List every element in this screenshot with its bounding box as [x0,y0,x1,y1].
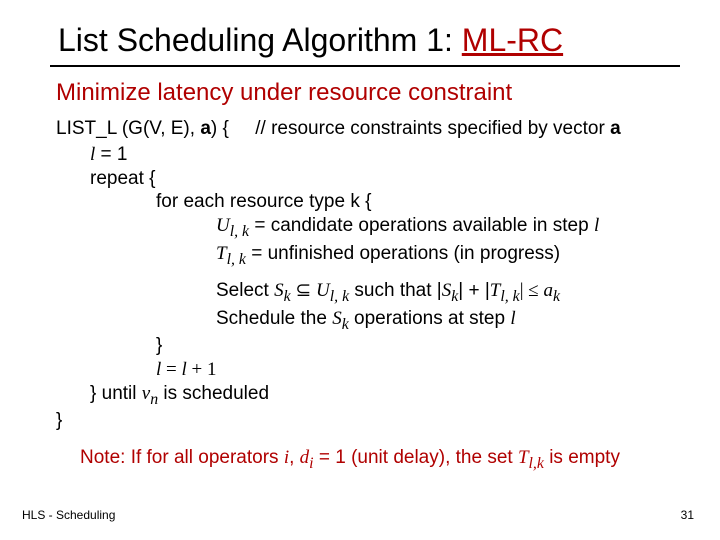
u-end: l [594,215,599,236]
until-post: is scheduled [158,383,269,404]
sig-comment: // resource constraints specified by vec… [255,118,620,139]
l-increment: l = l + 1 [56,358,680,382]
slide-title: List Scheduling Algorithm 1: ML-RC [50,22,680,59]
note-p3: = 1 (unit delay), the set [314,447,518,468]
until-n: n [150,391,158,408]
footer-left: HLS - Scheduling [22,508,115,522]
sched-l: l [510,308,515,329]
page-number: 31 [681,508,694,522]
sel-le: | ≤ [520,280,544,301]
until-pre: } until [90,383,142,404]
signature-line: LIST_L (G(V, E), a) { // resource constr… [56,117,680,141]
t-var: T [216,243,227,264]
linc-eq: = [161,359,181,380]
sig-comment-a: a [610,118,621,139]
sel-u-sub: l, k [330,288,349,305]
sched-post: operations at step [349,308,511,329]
sched-sk-sub: k [342,316,349,333]
close-all: } [56,409,680,433]
gap [56,269,680,279]
t-sub: l, k [227,250,246,267]
sel-mid: such that | [349,280,442,301]
title-plain: List Scheduling Algorithm 1: [58,22,462,58]
sel-a: a [543,280,553,301]
u-line: Ul, k = candidate operations available i… [56,214,680,242]
t-txt: = unfinished operations (in progress) [246,243,560,264]
u-sub: l, k [230,223,249,240]
note-t-sub: l,k [529,455,544,472]
linc-plus: + 1 [192,359,217,380]
until-line: } until vn is scheduled [56,382,680,410]
u-txt: = candidate operations available in step [249,215,594,236]
sig-comment-text: // resource constraints specified by vec… [255,118,610,139]
title-rule [50,65,680,67]
sel-sk2: S [442,280,452,301]
t-line: Tl, k = unfinished operations (in progre… [56,242,680,270]
algorithm-body: LIST_L (G(V, E), a) { // resource constr… [50,117,680,433]
sel-plus: | + | [458,280,490,301]
sel-sk-sub: k [284,288,291,305]
u-var: U [216,215,230,236]
sched-sk: S [332,308,342,329]
sel-pre: Select [216,280,274,301]
sig-close: ) { [211,118,229,139]
linc-l2: l [182,359,192,380]
init-line: l = 1 [56,143,680,167]
init-val: = 1 [95,144,127,165]
note-p4: is empty [544,447,620,468]
sig-a: a [200,118,211,139]
repeat-line: repeat { [56,167,680,191]
note: Note: If for all operators i, di = 1 (un… [50,447,680,473]
until-v: v [142,383,150,404]
sel-t: T [490,280,501,301]
sel-t-sub: l, k [500,288,519,305]
sel-subset: ⊆ [291,280,316,301]
for-line: for each resource type k { [56,190,680,214]
schedule-line: Schedule the Sk operations at step l [56,307,680,335]
sel-u: U [316,280,330,301]
title-emphasis: ML-RC [462,22,563,58]
close-for: } [56,334,680,358]
note-p1: Note: If for all operators [80,447,284,468]
sel-sk: S [274,280,284,301]
sig-left: LIST_L (G(V, E), [56,118,200,139]
slide: List Scheduling Algorithm 1: ML-RC Minim… [0,0,720,540]
note-t: T [518,447,529,468]
sel-a-sub: k [553,288,560,305]
subtitle: Minimize latency under resource constrai… [50,79,680,107]
note-i2: d [300,447,310,468]
note-p2: , [289,447,300,468]
sched-pre: Schedule the [216,308,332,329]
select-line: Select Sk ⊆ Ul, k such that |Sk| + |Tl, … [56,279,680,307]
